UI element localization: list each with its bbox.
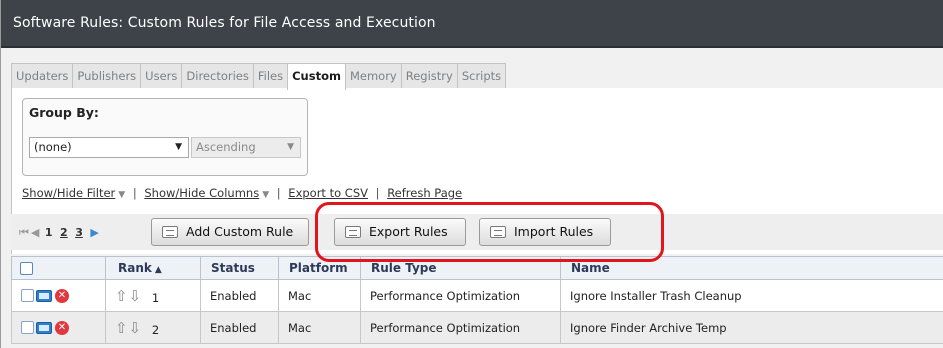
dropdown-arrow-icon: ▼ <box>287 142 294 152</box>
tab-scripts[interactable]: Scripts <box>456 63 507 89</box>
link-separator: | <box>276 186 281 200</box>
tab-strip: Updaters Publishers Users Directories Fi… <box>11 63 507 90</box>
add-custom-rule-button[interactable]: Add Custom Rule <box>151 218 309 246</box>
row-actions-cell: ✕ <box>11 279 106 312</box>
row-checkbox[interactable] <box>21 289 34 303</box>
pager: ⏮ ◀ 1 2 3 ▶ <box>19 226 99 240</box>
select-all-checkbox[interactable] <box>20 262 33 275</box>
status-cell: Enabled <box>200 279 279 312</box>
page-link[interactable]: 3 <box>75 226 83 239</box>
column-header-label: Status <box>211 261 255 275</box>
group-by-field-value: (none) <box>34 140 72 154</box>
group-by-label: Group By: <box>29 105 99 120</box>
edit-icon[interactable] <box>36 289 52 302</box>
add-custom-rule-label: Add Custom Rule <box>186 224 294 239</box>
rank-value: 1 <box>151 290 160 305</box>
tab-custom[interactable]: Custom <box>287 63 346 90</box>
next-page-icon[interactable]: ▶ <box>90 226 98 239</box>
delete-icon[interactable]: ✕ <box>55 288 69 303</box>
move-down-icon[interactable]: ⇩ <box>129 287 142 305</box>
sort-order-value: Ascending <box>196 140 256 154</box>
tab-memory[interactable]: Memory <box>344 63 402 89</box>
show-hide-columns-link[interactable]: Show/Hide Columns <box>144 186 259 200</box>
rules-icon <box>162 226 178 238</box>
column-header-rank[interactable]: Rank ▲ <box>105 256 201 280</box>
name-cell: Ignore Installer Trash Cleanup <box>560 279 943 312</box>
move-down-icon[interactable]: ⇩ <box>129 319 142 337</box>
title-bar: Software Rules: Custom Rules for File Ac… <box>1 0 943 48</box>
grid-options-links: Show/Hide Filter ▼ | Show/Hide Columns ▼ |… <box>22 186 462 200</box>
export-csv-link[interactable]: Export to CSV <box>288 186 368 200</box>
status-cell: Enabled <box>200 311 279 344</box>
tab-registry[interactable]: Registry <box>400 63 458 89</box>
tab-updaters[interactable]: Updaters <box>11 63 74 89</box>
rank-cell: ⇧⇩ 1 <box>105 279 201 312</box>
dropdown-arrow-icon: ▼ <box>175 142 182 152</box>
content-area: Updaters Publishers Users Directories Fi… <box>1 48 943 348</box>
show-hide-filter-link[interactable]: Show/Hide Filter <box>22 186 115 200</box>
column-header-label: Platform <box>289 261 348 275</box>
current-page: 1 <box>44 226 53 239</box>
column-header-label: Rule Type <box>371 261 437 275</box>
column-header-label: Rank <box>118 261 152 275</box>
rank-cell: ⇧⇩ 2 <box>105 311 201 344</box>
page-link[interactable]: 2 <box>60 226 68 239</box>
platform-cell: Mac <box>278 279 361 312</box>
move-up-icon[interactable]: ⇧ <box>115 287 128 305</box>
name-cell: Ignore Finder Archive Temp <box>560 311 943 344</box>
group-by-field-select[interactable]: (none) ▼ <box>29 137 189 158</box>
rules-table: Rank ▲ Status Platform Rule Type Name ✕ … <box>11 256 943 344</box>
window-title: Software Rules: Custom Rules for File Ac… <box>13 15 436 31</box>
sort-ascending-icon: ▲ <box>154 265 162 275</box>
select-all-header <box>11 256 106 280</box>
rule-type-cell: Performance Optimization <box>360 279 561 312</box>
table-row[interactable]: ✕ ⇧⇩ 1 Enabled Mac Performance Optimizat… <box>11 279 943 312</box>
chevron-down-icon: ▼ <box>118 190 126 200</box>
first-page-icon[interactable]: ⏮ <box>19 226 29 239</box>
highlight-annotation <box>315 202 664 262</box>
table-row[interactable]: ✕ ⇧⇩ 2 Enabled Mac Performance Optimizat… <box>11 311 943 344</box>
tab-users[interactable]: Users <box>140 63 183 89</box>
prev-page-icon[interactable]: ◀ <box>31 226 40 239</box>
rule-type-cell: Performance Optimization <box>360 311 561 344</box>
delete-icon[interactable]: ✕ <box>55 320 69 335</box>
row-actions-cell: ✕ <box>11 311 106 344</box>
link-separator: | <box>375 186 380 200</box>
row-checkbox[interactable] <box>21 321 34 335</box>
chevron-down-icon: ▼ <box>262 190 270 200</box>
tab-publishers[interactable]: Publishers <box>72 63 142 89</box>
group-by-box: Group By: (none) ▼ Ascending ▼ <box>22 98 308 176</box>
edit-icon[interactable] <box>36 321 52 334</box>
app-window: Software Rules: Custom Rules for File Ac… <box>0 0 943 348</box>
refresh-page-link[interactable]: Refresh Page <box>387 186 462 200</box>
platform-cell: Mac <box>278 311 361 344</box>
link-separator: | <box>132 186 137 200</box>
sort-order-select: Ascending ▼ <box>191 137 301 158</box>
tab-files[interactable]: Files <box>252 63 289 89</box>
move-up-icon[interactable]: ⇧ <box>115 319 128 337</box>
column-header-status[interactable]: Status <box>200 256 279 280</box>
tab-directories[interactable]: Directories <box>181 63 254 89</box>
rank-value: 2 <box>151 322 160 337</box>
column-header-label: Name <box>571 261 610 275</box>
